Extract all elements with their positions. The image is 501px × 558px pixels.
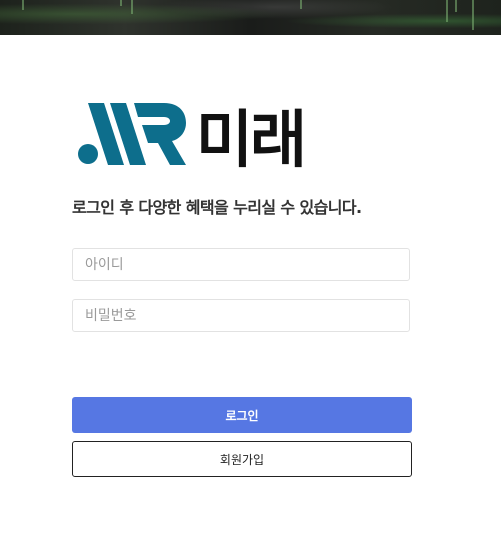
svg-text:미래: 미래 <box>196 103 304 169</box>
signup-button-label: 회원가입 <box>219 452 265 467</box>
brand-logo: 미래 <box>78 101 328 176</box>
header-banner-image <box>0 0 501 35</box>
login-button[interactable]: 로그인 <box>72 397 412 433</box>
signup-button[interactable]: 회원가입 <box>72 441 412 477</box>
login-page: 미래 로그인 후 다양한 혜택을 누리실 수 있습니다. 로그인 회원가입 <box>0 0 501 558</box>
login-button-label: 로그인 <box>225 408 259 423</box>
user-id-input[interactable] <box>72 248 410 281</box>
brand-logo-graphic: 미래 <box>78 103 307 176</box>
password-input[interactable] <box>72 299 410 332</box>
login-tagline: 로그인 후 다양한 혜택을 누리실 수 있습니다. <box>72 198 362 217</box>
